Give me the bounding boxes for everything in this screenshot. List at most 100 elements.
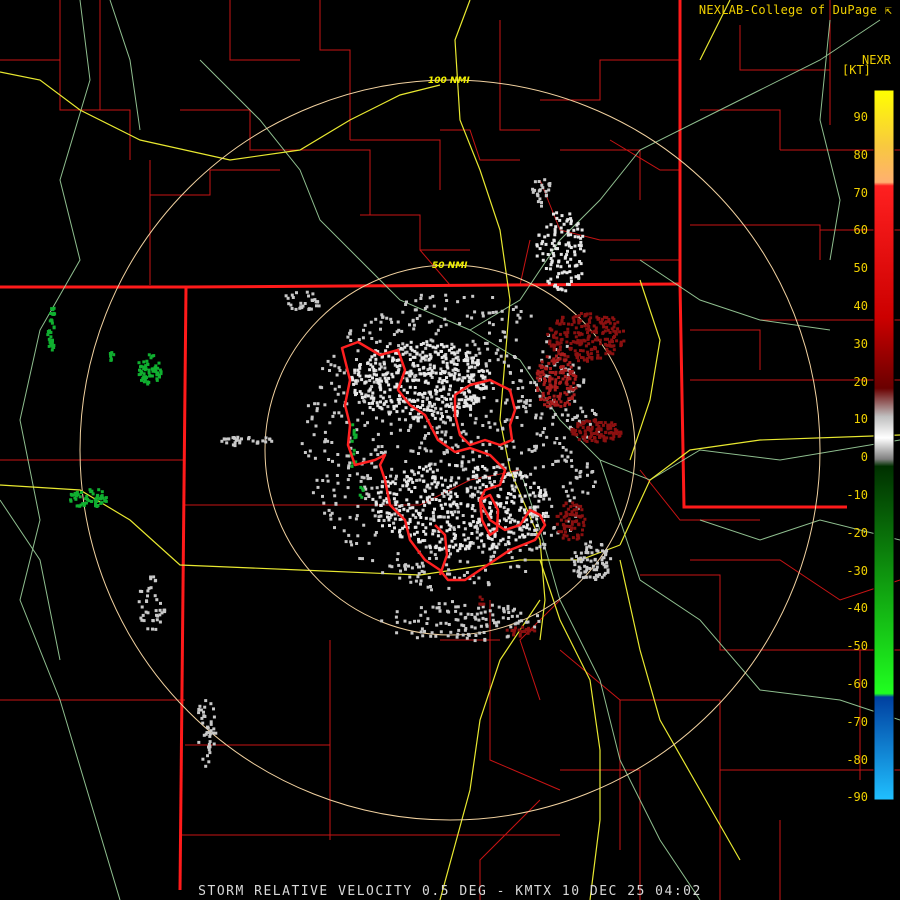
echo-pixel — [418, 353, 422, 357]
echo-pixel — [463, 358, 467, 362]
echo-pixel — [340, 414, 344, 418]
echo-pixel — [89, 490, 93, 494]
echo-pixel — [570, 395, 574, 399]
echo-pixel — [552, 333, 556, 337]
echo-pixel — [379, 503, 383, 507]
echo-pixel — [502, 360, 506, 364]
echo-pixel — [579, 244, 583, 248]
echo-pixel — [428, 467, 432, 471]
echo-pixel — [410, 631, 414, 635]
echo-pixel — [338, 517, 342, 521]
echo-pixel — [348, 461, 352, 465]
echo-pixel — [52, 325, 56, 329]
echo-pixel — [512, 471, 516, 475]
echo-pixel — [420, 569, 424, 573]
echo-pixel — [468, 390, 472, 394]
echo-pixel — [379, 320, 383, 324]
echo-pixel — [464, 352, 468, 355]
echo-pixel — [328, 421, 332, 425]
echo-pixel — [473, 615, 477, 619]
echo-pixel — [387, 518, 391, 522]
echo-pixel — [460, 461, 464, 465]
echo-pixel — [445, 344, 449, 348]
echo-pixel — [466, 374, 470, 378]
echo-pixel — [448, 388, 452, 392]
echo-pixel — [440, 395, 444, 398]
echo-pixel — [401, 342, 405, 346]
echo-pixel — [594, 419, 598, 422]
echo-pixel — [551, 371, 555, 374]
echo-pixel — [427, 358, 431, 361]
echo-pixel — [489, 409, 493, 413]
echo-pixel — [370, 337, 374, 340]
echo-pixel — [448, 528, 452, 531]
echo-pixel — [603, 342, 607, 346]
echo-pixel — [371, 408, 375, 412]
echo-pixel — [462, 296, 466, 299]
echo-pixel — [201, 757, 205, 761]
echo-pixel — [442, 345, 446, 349]
echo-pixel — [455, 516, 459, 520]
echo-pixel — [475, 530, 479, 534]
echo-pixel — [440, 537, 444, 541]
echo-pixel — [434, 546, 438, 550]
echo-pixel — [481, 314, 485, 318]
echo-pixel — [368, 379, 372, 382]
echo-pixel — [554, 372, 558, 376]
echo-pixel — [461, 455, 465, 459]
echo-pixel — [333, 526, 336, 530]
echo-pixel — [559, 392, 562, 396]
echo-pixel — [539, 494, 543, 498]
echo-pixel — [533, 188, 537, 192]
echo-pixel — [420, 627, 424, 631]
echo-pixel — [416, 405, 419, 409]
echo-pixel — [565, 340, 569, 344]
echo-pixel — [491, 296, 495, 299]
echo-pixel — [569, 276, 573, 280]
echo-pixel — [567, 538, 571, 542]
echo-pixel — [449, 384, 452, 388]
echo-pixel — [368, 406, 372, 410]
echo-pixel — [548, 267, 552, 271]
echo-pixel — [50, 321, 54, 325]
echo-pixel — [346, 486, 350, 490]
echo-pixel — [357, 338, 361, 342]
echo-pixel — [197, 708, 201, 711]
echo-pixel — [442, 387, 446, 391]
echo-pixel — [158, 620, 162, 624]
echo-pixel — [539, 398, 542, 401]
echo-pixel — [505, 354, 509, 358]
echo-pixel — [581, 490, 585, 494]
echo-pixel — [473, 525, 477, 529]
echo-pixel — [207, 748, 211, 752]
echo-pixel — [327, 458, 331, 461]
echo-pixel — [563, 404, 567, 407]
echo-pixel — [438, 377, 442, 381]
echo-pixel — [372, 380, 376, 384]
echo-pixel — [505, 398, 509, 402]
echo-pixel — [619, 342, 623, 346]
echo-pixel — [495, 399, 499, 403]
echo-pixel — [414, 373, 418, 377]
echo-pixel — [605, 561, 609, 565]
echo-pixel — [608, 350, 612, 354]
echo-pixel — [358, 557, 362, 560]
echo-pixel — [442, 452, 446, 456]
echo-pixel — [499, 354, 503, 358]
echo-pixel — [418, 446, 422, 450]
echo-pixel — [405, 371, 409, 375]
echo-pixel — [326, 359, 330, 363]
echo-pixel — [426, 617, 430, 621]
echo-pixel — [492, 466, 496, 470]
echo-pixel — [428, 557, 432, 560]
echo-pixel — [208, 740, 212, 744]
echo-pixel — [576, 222, 580, 226]
echo-pixel — [466, 536, 470, 540]
echo-pixel — [155, 618, 159, 622]
echo-pixel — [612, 325, 616, 329]
echo-pixel — [489, 555, 493, 559]
echo-pixel — [367, 541, 371, 545]
echo-pixel — [353, 368, 357, 372]
echo-pixel — [450, 539, 454, 543]
echo-pixel — [616, 320, 620, 324]
